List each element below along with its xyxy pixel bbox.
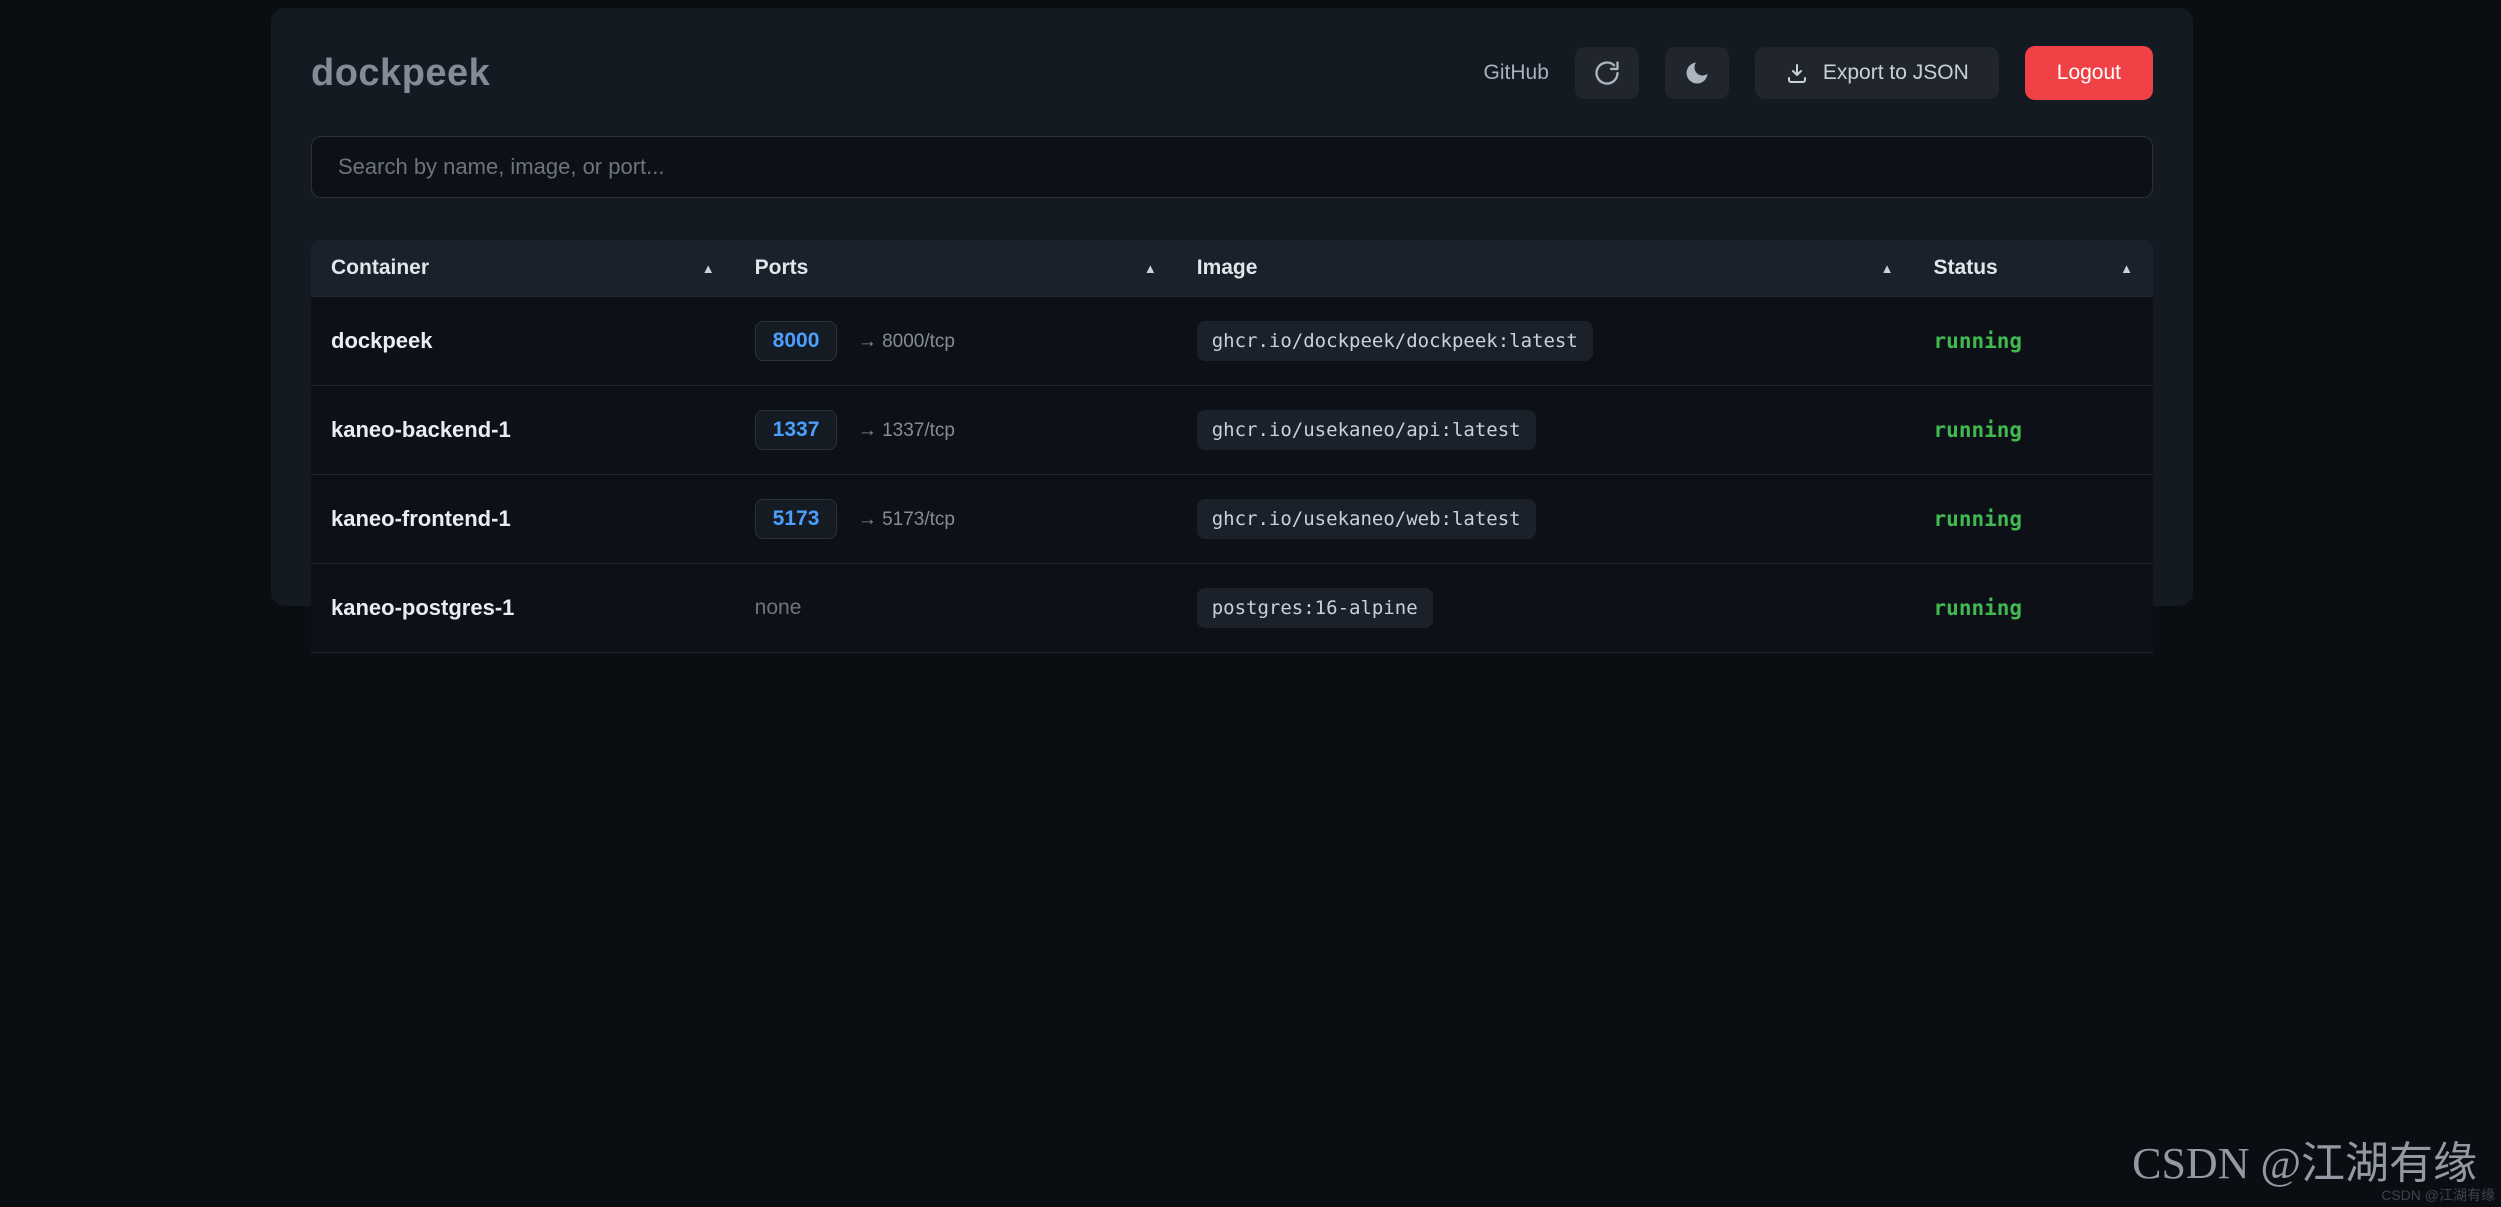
- export-json-label: Export to JSON: [1823, 61, 1969, 85]
- column-label: Container: [331, 256, 429, 280]
- column-label: Ports: [755, 256, 809, 280]
- port-mapping: → 8000/tcp: [858, 331, 955, 352]
- header-actions: GitHub: [1484, 46, 2153, 100]
- sort-asc-icon: ▲: [1144, 261, 1157, 276]
- sort-asc-icon: ▲: [702, 261, 715, 276]
- watermark-text: CSDN @江湖有缘: [2132, 1127, 2477, 1191]
- moon-icon: [1683, 59, 1711, 87]
- column-header-image[interactable]: Image ▲: [1177, 240, 1914, 297]
- column-label: Image: [1197, 256, 1258, 280]
- table-row: kaneo-postgres-1 none postgres:16-alpine…: [311, 564, 2153, 653]
- sort-asc-icon: ▲: [1881, 261, 1894, 276]
- image-badge: postgres:16-alpine: [1197, 588, 1433, 628]
- refresh-icon: [1593, 59, 1621, 87]
- export-json-button[interactable]: Export to JSON: [1755, 47, 1999, 99]
- download-icon: [1785, 61, 1809, 85]
- header: dockpeek GitHub: [311, 46, 2153, 100]
- table-row: kaneo-frontend-1 5173 → 5173/tcp ghcr.io…: [311, 475, 2153, 564]
- github-link[interactable]: GitHub: [1484, 61, 1549, 85]
- table-header-row: Container ▲ Ports ▲ Image ▲: [311, 240, 2153, 297]
- port-link[interactable]: 5173: [755, 499, 838, 539]
- refresh-button[interactable]: [1575, 47, 1639, 99]
- app-title: dockpeek: [311, 52, 490, 95]
- container-name: kaneo-postgres-1: [331, 595, 514, 620]
- containers-table: Container ▲ Ports ▲ Image ▲: [311, 240, 2153, 653]
- container-name: kaneo-backend-1: [331, 417, 511, 442]
- status-badge: running: [1934, 329, 2023, 353]
- search-input[interactable]: [311, 136, 2153, 198]
- column-label: Status: [1934, 256, 1998, 280]
- port-link[interactable]: 1337: [755, 410, 838, 450]
- search-bar: [311, 136, 2153, 198]
- status-badge: running: [1934, 596, 2023, 620]
- container-name: dockpeek: [331, 328, 433, 353]
- column-header-status[interactable]: Status ▲: [1914, 240, 2153, 297]
- status-badge: running: [1934, 507, 2023, 531]
- theme-toggle-button[interactable]: [1665, 47, 1729, 99]
- main-panel: dockpeek GitHub: [271, 8, 2193, 606]
- image-badge: ghcr.io/usekaneo/api:latest: [1197, 410, 1536, 450]
- watermark-small-text: CSDN @江湖有缘: [2381, 1185, 2495, 1205]
- image-badge: ghcr.io/usekaneo/web:latest: [1197, 499, 1536, 539]
- table-row: dockpeek 8000 → 8000/tcp ghcr.io/dockpee…: [311, 297, 2153, 386]
- container-name: kaneo-frontend-1: [331, 506, 511, 531]
- table-row: kaneo-backend-1 1337 → 1337/tcp ghcr.io/…: [311, 386, 2153, 475]
- column-header-container[interactable]: Container ▲: [311, 240, 735, 297]
- port-link[interactable]: 8000: [755, 321, 838, 361]
- port-mapping: → 1337/tcp: [858, 420, 955, 441]
- image-badge: ghcr.io/dockpeek/dockpeek:latest: [1197, 321, 1593, 361]
- port-mapping: → 5173/tcp: [858, 509, 955, 530]
- port-none-label: none: [755, 596, 802, 619]
- logout-button[interactable]: Logout: [2025, 46, 2153, 100]
- status-badge: running: [1934, 418, 2023, 442]
- column-header-ports[interactable]: Ports ▲: [735, 240, 1177, 297]
- sort-asc-icon: ▲: [2120, 261, 2133, 276]
